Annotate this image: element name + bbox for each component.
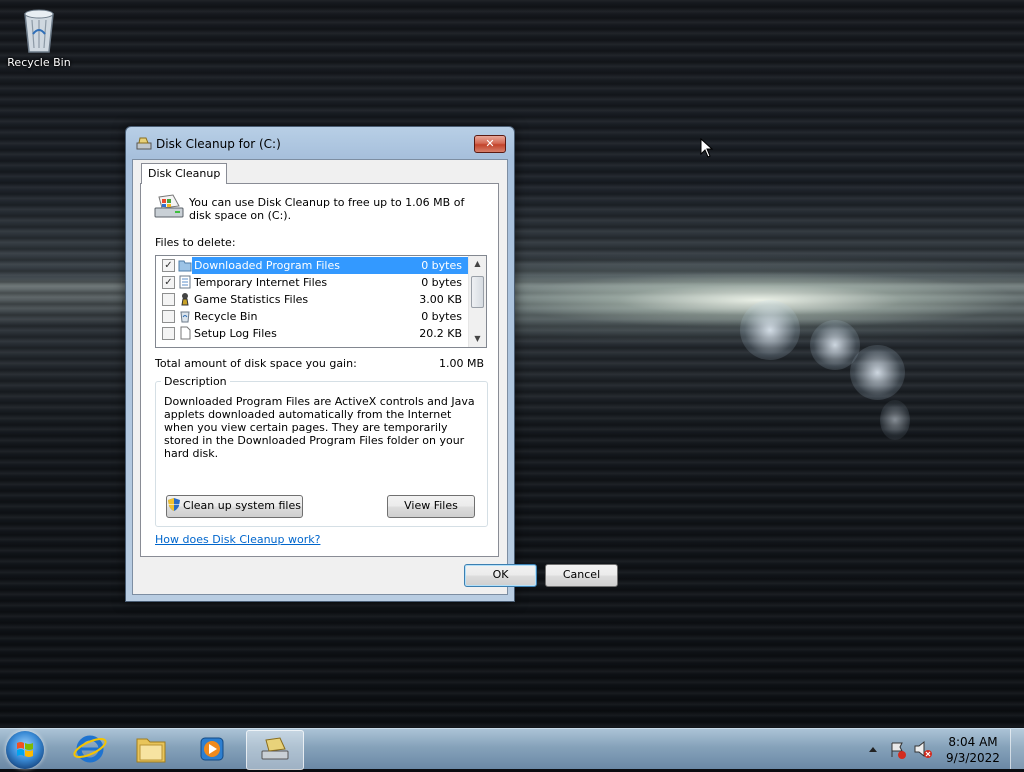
taskbar-internet-explorer[interactable] — [62, 730, 118, 768]
file-category-name: Setup Log Files — [194, 327, 277, 340]
file-category-size: 0 bytes — [421, 276, 462, 289]
show-hidden-icons[interactable] — [866, 729, 880, 769]
taskbar: 8:04 AM 9/3/2022 — [0, 728, 1024, 770]
list-item[interactable]: Recycle Bin 0 bytes — [156, 308, 468, 325]
total-space-label: Total amount of disk space you gain: — [155, 357, 357, 370]
taskbar-windows-explorer[interactable] — [123, 730, 179, 768]
uac-shield-icon — [168, 498, 181, 511]
disk-cleanup-dialog: Disk Cleanup for (C:) ✕ Disk Cleanup You… — [125, 126, 618, 602]
clock-date: 9/3/2022 — [946, 751, 1000, 765]
taskbar-disk-cleanup[interactable] — [246, 730, 304, 770]
file-category-name: Downloaded Program Files — [194, 259, 340, 272]
windows-explorer-icon — [136, 738, 166, 763]
tray-volume[interactable] — [912, 729, 934, 769]
tab-panel: You can use Disk Cleanup to free up to 1… — [140, 183, 499, 557]
description-title: Description — [161, 375, 230, 388]
list-item[interactable]: Game Statistics Files 3.00 KB — [156, 291, 468, 308]
ok-button[interactable]: OK — [464, 564, 537, 587]
view-files-button[interactable]: View Files — [387, 495, 475, 518]
title-bar[interactable]: Disk Cleanup for (C:) ✕ — [126, 127, 514, 159]
scroll-down-arrow-icon[interactable]: ▼ — [469, 331, 486, 347]
disk-drive-icon — [154, 194, 184, 218]
clean-up-system-files-label: Clean up system files — [183, 499, 301, 512]
recycle-bin-icon — [180, 311, 190, 323]
total-space-value: 1.00 MB — [439, 357, 485, 370]
list-scrollbar[interactable]: ▲ ▼ — [468, 256, 486, 347]
wallpaper-light — [850, 345, 905, 400]
disk-cleanup-icon — [136, 137, 152, 150]
desktop-icon-label: Recycle Bin — [7, 56, 71, 69]
help-link[interactable]: How does Disk Cleanup work? — [155, 533, 320, 546]
files-to-delete-label: Files to delete: — [155, 236, 236, 249]
checkbox-checked[interactable]: ✓ — [162, 276, 175, 289]
clock-time: 8:04 AM — [948, 735, 998, 749]
media-player-icon — [200, 737, 224, 761]
checkbox-unchecked[interactable] — [162, 327, 175, 340]
file-category-size: 0 bytes — [421, 310, 462, 323]
checkbox-checked[interactable]: ✓ — [162, 259, 175, 272]
files-to-delete-list[interactable]: ✓ Downloaded Program Files 0 bytes ✓ Tem… — [155, 255, 487, 348]
chevron-up-icon — [869, 747, 877, 752]
disk-cleanup-icon — [261, 737, 289, 760]
list-item[interactable]: ✓ Temporary Internet Files 0 bytes — [156, 274, 468, 291]
file-category-size: 3.00 KB — [419, 293, 462, 306]
dialog-client: Disk Cleanup You can use Disk Cleanup to… — [132, 159, 508, 595]
action-center-flag-icon — [891, 742, 906, 759]
scroll-up-arrow-icon[interactable]: ▲ — [469, 256, 486, 272]
scroll-thumb[interactable] — [471, 276, 484, 308]
wallpaper-light — [880, 400, 910, 440]
file-category-name: Temporary Internet Files — [194, 276, 328, 289]
checkbox-unchecked[interactable] — [162, 293, 175, 306]
show-desktop-button[interactable] — [1010, 729, 1024, 769]
recycle-bin-icon — [24, 9, 54, 53]
taskbar-clock[interactable]: 8:04 AM 9/3/2022 — [942, 734, 1004, 766]
volume-muted-icon — [914, 740, 932, 758]
windows-logo-icon — [17, 742, 33, 757]
start-button[interactable] — [6, 731, 44, 769]
file-category-size: 20.2 KB — [419, 327, 462, 340]
internet-explorer-icon — [73, 735, 107, 763]
desktop-icon-recycle-bin[interactable]: Recycle Bin — [4, 6, 74, 69]
mouse-cursor-icon — [700, 138, 714, 158]
wallpaper-light — [740, 300, 800, 360]
tab-disk-cleanup[interactable]: Disk Cleanup — [141, 163, 228, 184]
list-item[interactable]: ✓ Downloaded Program Files 0 bytes — [156, 257, 468, 274]
close-button[interactable]: ✕ — [474, 135, 506, 153]
taskbar-media-player[interactable] — [184, 730, 240, 768]
cancel-button[interactable]: Cancel — [545, 564, 618, 587]
folder-icon — [178, 260, 192, 272]
list-item[interactable]: Setup Log Files 20.2 KB — [156, 325, 468, 342]
tray-action-center[interactable] — [888, 729, 908, 769]
checkbox-unchecked[interactable] — [162, 310, 175, 323]
document-icon — [179, 275, 191, 289]
clean-up-system-files-button[interactable]: Clean up system files — [166, 495, 303, 518]
file-category-name: Game Statistics Files — [194, 293, 309, 306]
file-category-size: 0 bytes — [421, 259, 462, 272]
intro-text: You can use Disk Cleanup to free up to 1… — [189, 196, 465, 222]
window-title: Disk Cleanup for (C:) — [156, 137, 281, 151]
description-text: Downloaded Program Files are ActiveX con… — [164, 395, 475, 460]
file-icon — [180, 326, 191, 340]
chess-piece-icon — [181, 293, 189, 306]
file-category-name: Recycle Bin — [194, 310, 258, 323]
